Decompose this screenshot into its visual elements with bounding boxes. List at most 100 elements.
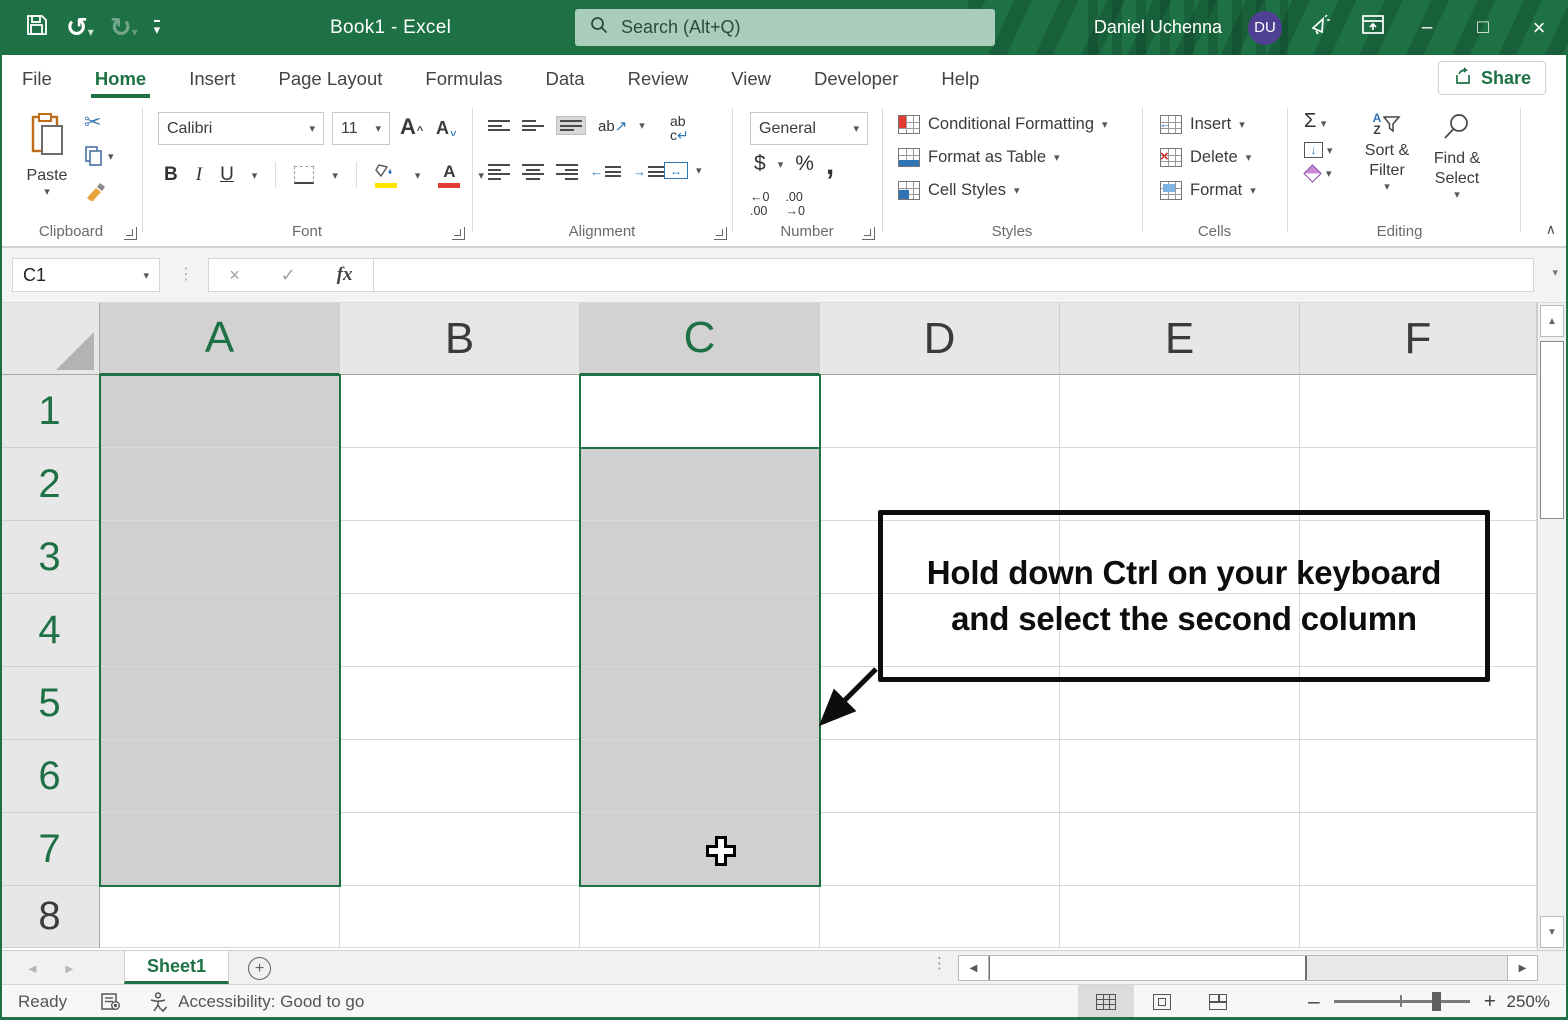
cell-A4[interactable] — [100, 594, 340, 667]
zoom-slider-thumb[interactable] — [1431, 992, 1441, 1012]
row-header-4[interactable]: 4 — [0, 594, 100, 667]
ribbon-tab-view[interactable]: View — [731, 60, 771, 96]
clipboard-dialog-launcher[interactable] — [124, 227, 137, 240]
decrease-font-size-button[interactable]: A^ — [436, 119, 456, 139]
cell-A2[interactable] — [100, 448, 340, 521]
format-painter-icon[interactable] — [84, 179, 108, 206]
ribbon-tab-home[interactable]: Home — [90, 60, 151, 98]
accounting-format-button[interactable]: $ — [754, 152, 766, 176]
zoom-level[interactable]: 250% — [1507, 992, 1550, 1012]
wrap-text-button[interactable]: ab c↵ — [670, 114, 689, 142]
search-bar[interactable] — [575, 9, 995, 46]
cell-C3[interactable] — [580, 521, 820, 594]
increase-indent-icon[interactable]: → — [633, 164, 664, 179]
cell-A6[interactable] — [100, 740, 340, 813]
zoom-out-button[interactable]: – — [1308, 990, 1320, 1014]
zoom-in-button[interactable]: + — [1484, 990, 1496, 1014]
close-button[interactable]: × — [1524, 15, 1554, 41]
cell-E1[interactable] — [1060, 375, 1300, 448]
ribbon-tab-page-layout[interactable]: Page Layout — [279, 60, 383, 96]
copy-icon[interactable]: ▾ — [84, 145, 114, 167]
undo-button[interactable]: ↺▾ — [66, 14, 94, 41]
vertical-scrollbar-thumb[interactable] — [1540, 341, 1564, 519]
cancel-icon[interactable]: × — [229, 265, 240, 286]
ribbon-tab-data[interactable]: Data — [546, 60, 585, 96]
name-box[interactable]: C1 ▾ — [12, 258, 160, 292]
increase-decimal-button[interactable]: ←0 .00 — [750, 190, 769, 219]
accessibility-icon[interactable] — [149, 991, 168, 1012]
find-select-button[interactable]: Find & Select ▾ — [1424, 112, 1490, 203]
align-right-icon[interactable] — [556, 164, 578, 180]
cell-C6[interactable] — [580, 740, 820, 813]
format-as-table-button[interactable]: Format as Table ▾ — [898, 141, 1108, 174]
name-box-dropdown-icon[interactable]: ▾ — [143, 269, 149, 282]
column-header-B[interactable]: B — [340, 303, 580, 375]
percent-style-button[interactable]: % — [795, 152, 814, 176]
share-button[interactable]: Share — [1437, 61, 1546, 95]
row-header-8[interactable]: 8 — [0, 886, 100, 948]
save-icon[interactable] — [24, 12, 50, 43]
underline-button[interactable]: U — [220, 164, 234, 186]
ribbon-tab-review[interactable]: Review — [628, 60, 689, 96]
row-header-3[interactable]: 3 — [0, 521, 100, 594]
paste-dropdown-icon[interactable]: ▾ — [44, 185, 50, 198]
cell-C7[interactable] — [580, 813, 820, 886]
row-header-5[interactable]: 5 — [0, 667, 100, 740]
conditional-formatting-button[interactable]: Conditional Formatting ▾ — [898, 108, 1108, 141]
cell-D8[interactable] — [820, 886, 1060, 948]
orientation-dropdown-icon[interactable]: ▾ — [639, 119, 645, 132]
macro-record-icon[interactable] — [101, 992, 121, 1011]
insert-function-icon[interactable]: fx — [337, 264, 353, 286]
borders-icon[interactable] — [294, 166, 315, 184]
cell-C8[interactable] — [580, 886, 820, 948]
paste-button[interactable]: Paste ▾ — [16, 110, 78, 222]
delete-cells-button[interactable]: Delete▾ — [1160, 141, 1256, 174]
column-header-A[interactable]: A — [100, 303, 340, 375]
decrease-decimal-button[interactable]: .00 →0 — [785, 190, 804, 219]
number-format-combo[interactable]: General ▾ — [750, 112, 868, 145]
cell-F1[interactable] — [1300, 375, 1537, 448]
font-color-dropdown-icon[interactable]: ▾ — [478, 169, 484, 182]
vertical-scrollbar[interactable]: ▲ ▼ — [1537, 303, 1566, 950]
ribbon-tab-developer[interactable]: Developer — [814, 60, 898, 96]
alignment-dialog-launcher[interactable] — [714, 227, 727, 240]
scroll-up-icon[interactable]: ▲ — [1540, 305, 1564, 337]
number-dialog-launcher[interactable] — [862, 227, 875, 240]
column-header-D[interactable]: D — [820, 303, 1060, 375]
align-center-icon[interactable] — [522, 164, 544, 180]
feedback-megaphone-icon[interactable] — [1308, 12, 1334, 43]
row-header-2[interactable]: 2 — [0, 448, 100, 521]
page-break-view-button[interactable] — [1190, 985, 1246, 1018]
ribbon-tab-formulas[interactable]: Formulas — [425, 60, 502, 96]
new-sheet-button[interactable]: + — [248, 957, 271, 980]
enter-icon[interactable]: ✓ — [281, 265, 296, 286]
user-avatar[interactable]: DU — [1248, 10, 1282, 45]
bold-button[interactable]: B — [164, 164, 178, 186]
customize-quick-access-icon[interactable]: ▾ — [153, 19, 161, 36]
font-size-combo[interactable]: 11 ▾ — [332, 112, 390, 145]
cell-D6[interactable] — [820, 740, 1060, 813]
font-name-combo[interactable]: Calibri ▾ — [158, 112, 324, 145]
formula-input[interactable] — [374, 258, 1534, 292]
formula-bar-expand-icon[interactable]: ▾ — [1552, 266, 1558, 279]
autosum-button[interactable]: Σ ▾ — [1304, 110, 1333, 133]
ribbon-tab-insert[interactable]: Insert — [189, 60, 235, 96]
cell-F6[interactable] — [1300, 740, 1537, 813]
sheet-nav-left-icon[interactable]: ◄ — [26, 961, 39, 976]
cell-C2[interactable] — [580, 448, 820, 521]
cell-B8[interactable] — [340, 886, 580, 948]
tabbar-splitter[interactable]: ⋮ — [932, 955, 947, 973]
row-header-6[interactable]: 6 — [0, 740, 100, 813]
ribbon-tab-file[interactable]: File — [22, 60, 52, 96]
top-align-icon[interactable] — [488, 120, 510, 131]
column-header-E[interactable]: E — [1060, 303, 1300, 375]
ribbon-tab-help[interactable]: Help — [941, 60, 979, 96]
cell-F8[interactable] — [1300, 886, 1537, 948]
minimize-button[interactable]: – — [1412, 17, 1442, 39]
middle-align-icon[interactable] — [522, 120, 544, 131]
ribbon-display-options-icon[interactable] — [1360, 12, 1386, 43]
user-name[interactable]: Daniel Uchenna — [1094, 17, 1222, 38]
align-left-icon[interactable] — [488, 164, 510, 180]
font-dialog-launcher[interactable] — [452, 227, 465, 240]
font-color-icon[interactable]: A — [438, 163, 461, 188]
